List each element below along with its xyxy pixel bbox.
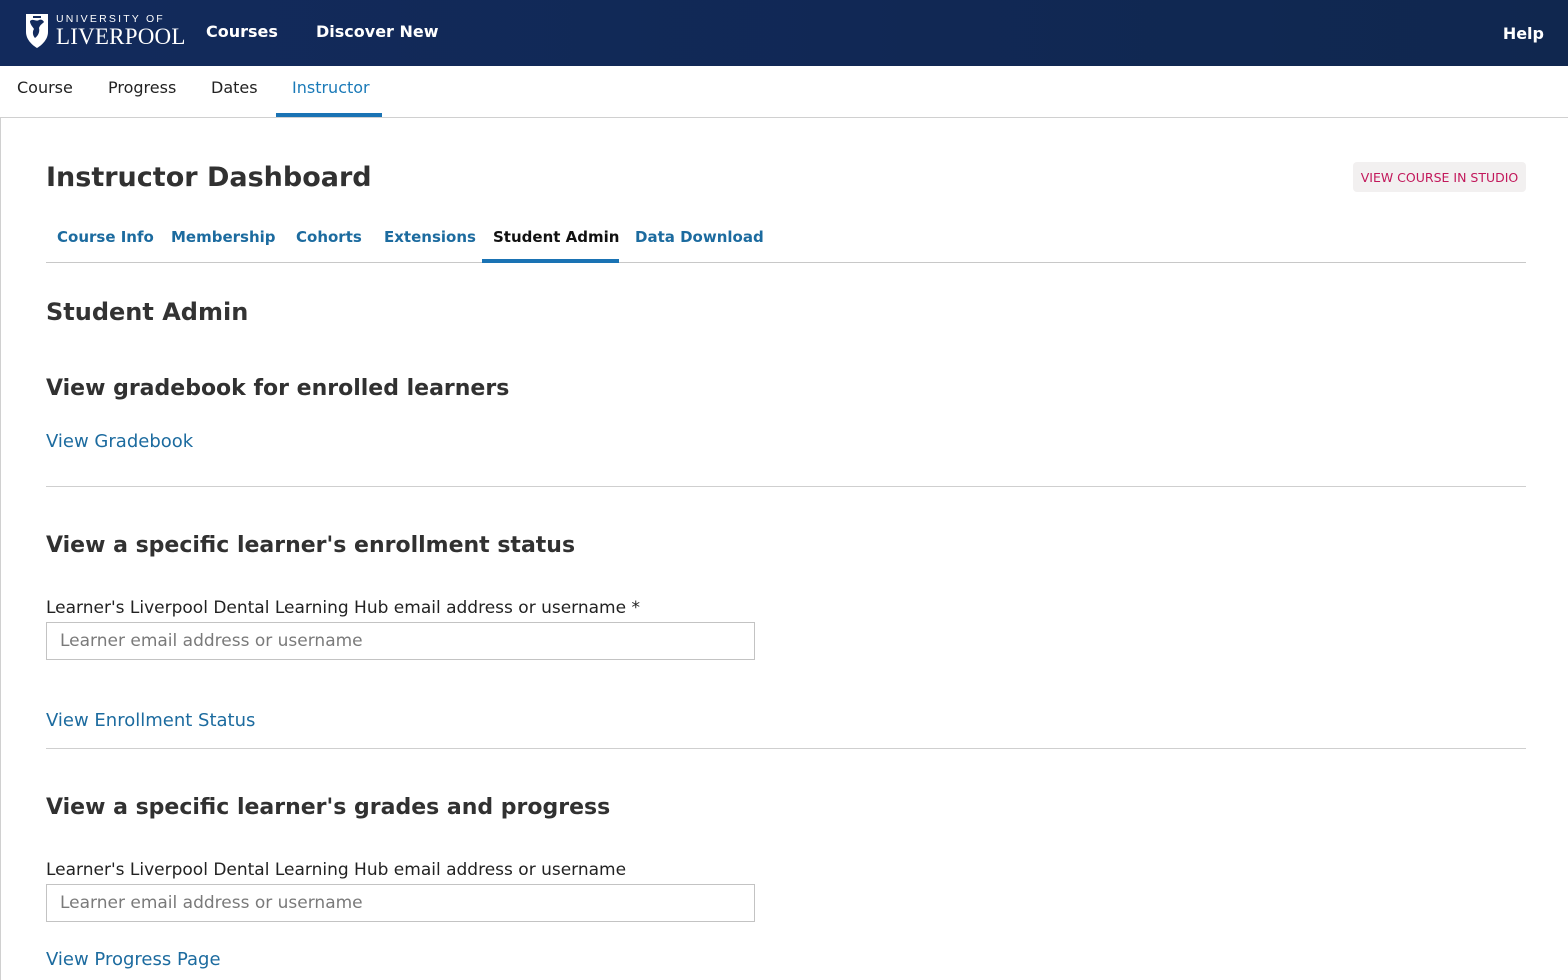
tab-course-info[interactable]: Course Info: [57, 228, 154, 246]
tab-progress[interactable]: Progress: [108, 78, 176, 97]
tab-course[interactable]: Course: [17, 78, 73, 97]
grades-learner-input[interactable]: [46, 884, 755, 922]
instructor-tabs: Course Info Membership Cohorts Extension…: [46, 218, 1526, 263]
enrollment-heading: View a specific learner's enrollment sta…: [46, 533, 576, 558]
tab-dates[interactable]: Dates: [211, 78, 258, 97]
grades-heading: View a specific learner's grades and pro…: [46, 795, 611, 820]
view-enrollment-status-link[interactable]: View Enrollment Status: [46, 710, 255, 731]
enrollment-learner-input[interactable]: [46, 622, 755, 660]
section-divider: [46, 748, 1526, 749]
tab-student-admin[interactable]: Student Admin: [493, 228, 619, 246]
logo-big-text: LIVERPOOL: [56, 24, 186, 50]
view-gradebook-link[interactable]: View Gradebook: [46, 431, 193, 452]
tab-extensions[interactable]: Extensions: [384, 228, 476, 246]
tab-instructor[interactable]: Instructor: [292, 78, 370, 97]
shield-crest-icon: [26, 14, 48, 48]
instructor-panel: Instructor Dashboard VIEW COURSE IN STUD…: [0, 118, 1568, 980]
logo-small-text: UNIVERSITY OF: [56, 12, 165, 25]
tab-membership[interactable]: Membership: [171, 228, 276, 246]
help-link[interactable]: Help: [1503, 24, 1544, 43]
section-divider: [46, 486, 1526, 487]
enrollment-field-label: Learner's Liverpool Dental Learning Hub …: [46, 598, 640, 618]
university-logo[interactable]: UNIVERSITY OF LIVERPOOL: [24, 12, 186, 50]
view-progress-page-link[interactable]: View Progress Page: [46, 949, 221, 970]
section-title: Student Admin: [46, 298, 249, 326]
grades-field-label: Learner's Liverpool Dental Learning Hub …: [46, 860, 627, 880]
nav-courses-link[interactable]: Courses: [206, 22, 278, 41]
gradebook-heading: View gradebook for enrolled learners: [46, 376, 510, 401]
tab-cohorts[interactable]: Cohorts: [296, 228, 362, 246]
active-instructor-tab-indicator: [482, 259, 619, 263]
top-header: UNIVERSITY OF LIVERPOOL Courses Discover…: [0, 0, 1568, 66]
tab-data-download[interactable]: Data Download: [635, 228, 764, 246]
view-in-studio-button[interactable]: VIEW COURSE IN STUDIO: [1353, 162, 1526, 192]
page-title: Instructor Dashboard: [46, 162, 372, 193]
course-tabs: Course Progress Dates Instructor: [0, 66, 1568, 118]
active-tab-indicator: [276, 113, 382, 117]
nav-discover-new-link[interactable]: Discover New: [316, 22, 439, 41]
